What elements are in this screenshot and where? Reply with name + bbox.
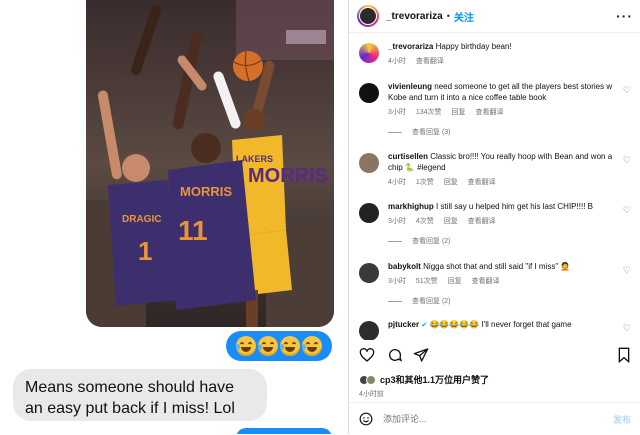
caption-text: Happy birthday bean!: [435, 42, 512, 51]
face-with-tears-of-joy-icon: [280, 336, 300, 356]
comment-item: pjtucker ✔ 😂😂😂😂😂 I'll never forget that …: [359, 319, 631, 340]
post-actions: [357, 343, 633, 369]
sent-message-bubble-partial[interactable]: [236, 428, 332, 434]
jersey-name-morris-label: MORRIS: [180, 184, 232, 199]
view-replies-label: 查看回复 (3): [412, 129, 451, 136]
view-replies[interactable]: 查看回复 (2): [388, 296, 631, 306]
comment-likes[interactable]: 51次赞: [416, 278, 438, 285]
jersey-number-24: MORRIS: [248, 165, 328, 187]
comment-text: Nigga shot that and still said "if I mis…: [423, 262, 571, 271]
reply-link[interactable]: 回复: [452, 109, 466, 116]
comment-likes[interactable]: 134次赞: [416, 109, 442, 116]
sent-emoji-bubble[interactable]: [226, 331, 332, 361]
heart-icon[interactable]: ♡: [623, 205, 631, 216]
view-replies-label: 查看回复 (2): [412, 238, 451, 245]
heart-icon[interactable]: ♡: [623, 265, 631, 276]
face-with-tears-of-joy-icon: [302, 336, 322, 356]
avatar[interactable]: [359, 43, 379, 63]
comment-username[interactable]: curtisellen: [388, 152, 428, 161]
comment-text: 😂😂😂😂😂 I'll never forget that game: [429, 320, 572, 329]
bookmark-icon[interactable]: [617, 347, 631, 363]
heart-icon[interactable]: ♡: [623, 323, 631, 334]
heart-icon[interactable]: ♡: [623, 155, 631, 166]
follow-button[interactable]: 关注: [454, 9, 474, 24]
face-with-tears-of-joy-icon: [258, 336, 278, 356]
comment-likes[interactable]: 4次赞: [416, 218, 434, 225]
share-icon[interactable]: [413, 347, 429, 363]
comment-item: curtisellen Classic bro!!!! You really h…: [359, 151, 631, 188]
comment-input[interactable]: [381, 413, 613, 425]
reply-link[interactable]: 回复: [444, 218, 458, 225]
comment-item: markhighup I still say u helped him get …: [359, 201, 631, 246]
see-translation-link[interactable]: 查看翻译: [416, 58, 444, 65]
jersey-number-11: 11: [178, 215, 208, 246]
shared-photo[interactable]: MORRIS LAKERS DRAGIC 1 MORRIS MORRIS 11: [86, 0, 334, 327]
comment-time: 4小时: [388, 179, 406, 186]
avatar[interactable]: [359, 153, 379, 173]
comment-likes[interactable]: 1次赞: [416, 179, 434, 186]
jersey-name-dragic: DRAGIC: [122, 214, 161, 225]
post-username[interactable]: _trevorariza: [386, 11, 443, 22]
see-translation-link[interactable]: 查看翻译: [475, 109, 503, 116]
heart-icon[interactable]: ♡: [623, 85, 631, 96]
comment-item: vivienleung need someone to get all the …: [359, 81, 631, 137]
comment-time: 3小时: [388, 278, 406, 285]
received-message-bubble[interactable]: Means someone should have an easy put ba…: [13, 369, 267, 421]
comment-text: I still say u helped him get his last CH…: [436, 202, 593, 211]
avatar[interactable]: [357, 5, 379, 27]
post-time: 4小时前: [359, 391, 384, 398]
emoji-icon[interactable]: [359, 412, 373, 426]
jersey-number-1: 1: [138, 236, 152, 266]
ellipsis-icon[interactable]: ···: [616, 8, 633, 24]
caption-time: 4小时: [388, 58, 406, 65]
avatar[interactable]: [359, 321, 379, 340]
comments-list: _trevorariza Happy birthday bean! 4小时 查看…: [349, 33, 640, 340]
heart-icon[interactable]: [359, 347, 375, 363]
see-translation-link[interactable]: 查看翻译: [468, 218, 496, 225]
instagram-post-panel: _trevorariza • 关注 ··· _trevorariza Happy…: [348, 0, 640, 434]
face-with-tears-of-joy-icon: [236, 336, 256, 356]
comment-time: 3小时: [388, 218, 406, 225]
message-thread: MORRIS LAKERS DRAGIC 1 MORRIS MORRIS 11: [0, 0, 348, 434]
received-message-text: Means someone should have an easy put ba…: [25, 379, 235, 417]
reply-link[interactable]: 回复: [448, 278, 462, 285]
likes-text: cp3和其他1.1万位用户赞了: [380, 375, 490, 385]
verified-badge-icon: ✔: [421, 322, 428, 329]
comment-time: 3小时: [388, 109, 406, 116]
view-replies[interactable]: 查看回复 (2): [388, 236, 631, 246]
caption-username[interactable]: _trevorariza: [388, 42, 433, 51]
see-translation-link[interactable]: 查看翻译: [468, 179, 496, 186]
comment-username[interactable]: babykolt: [388, 262, 421, 271]
separator-dot: •: [446, 11, 450, 21]
see-translation-link[interactable]: 查看翻译: [472, 278, 500, 285]
view-replies-label: 查看回复 (2): [412, 298, 451, 305]
post-header: _trevorariza • 关注 ···: [349, 0, 640, 33]
reply-link[interactable]: 回复: [444, 179, 458, 186]
comment-username[interactable]: vivienleung: [388, 82, 432, 91]
comment-item: babykolt Nigga shot that and still said …: [359, 261, 631, 306]
caption: _trevorariza Happy birthday bean! 4小时 查看…: [359, 41, 631, 67]
avatar[interactable]: [359, 83, 379, 103]
comment-username[interactable]: pjtucker: [388, 320, 419, 329]
avatar[interactable]: [359, 203, 379, 223]
likes-summary[interactable]: cp3和其他1.1万位用户赞了: [359, 373, 489, 386]
comment-icon[interactable]: [387, 347, 403, 363]
liker-avatar: [366, 374, 376, 385]
avatar[interactable]: [359, 263, 379, 283]
comment-username[interactable]: markhighup: [388, 202, 434, 211]
add-comment-row: 发布: [349, 402, 640, 435]
post-comment-button[interactable]: 发布: [613, 413, 631, 426]
view-replies[interactable]: 查看回复 (3): [388, 127, 631, 137]
